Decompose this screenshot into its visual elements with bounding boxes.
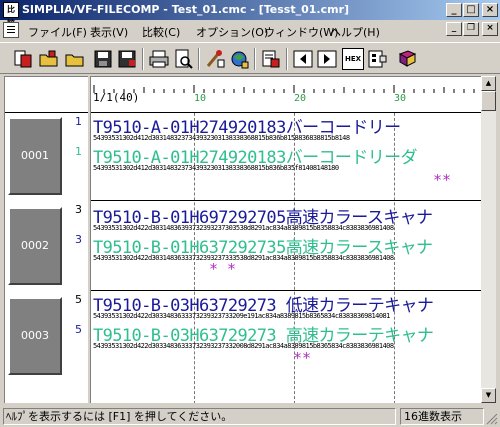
record-group-0003[interactable]: 0003 5 5 xyxy=(5,291,88,381)
open-file-icon[interactable] xyxy=(64,48,86,70)
save-icon[interactable] xyxy=(92,48,114,70)
menu-compare[interactable]: 比較(C) xyxy=(142,24,180,40)
old-row-number: 1 xyxy=(75,115,82,128)
record-button[interactable]: 0002 xyxy=(8,207,62,285)
save-as-icon[interactable] xyxy=(116,48,138,70)
run-compare-icon[interactable] xyxy=(204,48,226,70)
scroll-thumb[interactable] xyxy=(481,91,496,111)
ruler-number: 20 xyxy=(294,93,307,104)
toolbar-separator xyxy=(254,48,256,70)
ruler-number: 10 xyxy=(194,93,207,104)
old-record-hex: 54393531302d422d303148363937323932373035… xyxy=(93,224,394,232)
menu-view[interactable]: 表示(V) xyxy=(90,24,128,40)
record-separator xyxy=(91,200,496,201)
old-row-number: 3 xyxy=(75,203,82,216)
close-button[interactable]: × xyxy=(482,3,498,17)
record-id: 0002 xyxy=(21,239,49,252)
diff-marker: ** xyxy=(433,171,452,189)
new-compare-icon[interactable] xyxy=(12,48,34,70)
compare-view-pane[interactable]: 1/1(40) 10 20 30 T9510-A-01H274920183バーコ… xyxy=(90,76,496,403)
status-bar: ﾍﾙﾌﾟを表示するには [F1] を押してください。 16進数表示 xyxy=(0,405,500,427)
record-group-0002[interactable]: 0002 3 3 xyxy=(5,201,88,291)
doc-close-button[interactable]: × xyxy=(482,22,498,36)
record-index-header xyxy=(5,77,88,113)
menu-help[interactable]: ヘルプ(H) xyxy=(330,24,380,40)
options-icon[interactable] xyxy=(366,48,388,70)
app-icon[interactable]: 比較 xyxy=(3,2,19,28)
ruler-origin: 1/1(40) xyxy=(93,91,140,104)
toolbar-separator xyxy=(142,48,144,70)
record-id: 0001 xyxy=(21,149,49,162)
open-folder-icon[interactable] xyxy=(38,48,60,70)
settings-icon[interactable] xyxy=(228,48,250,70)
delete-icon[interactable] xyxy=(260,48,282,70)
menu-file[interactable]: ファイル(F) xyxy=(28,24,87,40)
toolbar-separator xyxy=(198,48,200,70)
diff-marker: * * xyxy=(209,260,237,278)
record-group-0001[interactable]: 0001 1 1 xyxy=(5,113,88,201)
toolbar: HEX xyxy=(0,42,500,74)
record-id: 0003 xyxy=(21,329,49,342)
doc-restore-button[interactable]: ❐ xyxy=(463,22,479,36)
minimize-button[interactable]: _ xyxy=(446,3,462,17)
menu-bar: ファイル(F) 表示(V) 比較(C) オプション(O) ウィンドウ(W) ヘル… xyxy=(0,20,500,40)
record-button[interactable]: 0003 xyxy=(8,297,62,375)
vertical-scrollbar[interactable]: ▲ ▼ xyxy=(481,76,496,403)
old-record-hex: 54393531302d412d303148323734393230313833… xyxy=(93,134,350,142)
status-message: ﾍﾙﾌﾟを表示するには [F1] を押してください。 xyxy=(3,408,396,425)
new-record-hex: 54393531302d422d303348363337323932373320… xyxy=(93,342,394,350)
old-row-number: 5 xyxy=(75,293,82,306)
new-row-number: 1 xyxy=(75,145,82,158)
menu-window[interactable]: ウィンドウ(W) xyxy=(264,24,338,40)
next-diff-icon[interactable] xyxy=(316,48,338,70)
resize-grip-icon[interactable] xyxy=(486,413,498,425)
new-row-number: 5 xyxy=(75,323,82,336)
new-record-hex: 54393531302d412d303148323734393230313833… xyxy=(93,164,339,172)
document-icon[interactable] xyxy=(3,22,19,38)
ruler-number: 30 xyxy=(394,93,407,104)
window-title: SIMPLIA/VF-FILECOMP - Test_01.cmc - [Tes… xyxy=(22,3,350,16)
hex-display-icon[interactable]: HEX xyxy=(342,48,364,70)
print-preview-icon[interactable] xyxy=(172,48,194,70)
prev-diff-icon[interactable] xyxy=(292,48,314,70)
record-button[interactable]: 0001 xyxy=(8,117,62,195)
doc-minimize-button[interactable]: _ xyxy=(446,22,462,36)
title-bar: 比較 SIMPLIA/VF-FILECOMP - Test_01.cmc - [… xyxy=(0,0,500,28)
maximize-button[interactable]: □ xyxy=(463,3,479,17)
diff-marker: ** xyxy=(293,349,312,367)
toolbar-separator xyxy=(286,48,288,70)
record-index-pane: 0001 1 1 0002 3 3 0003 5 5 xyxy=(4,76,88,403)
display-mode-indicator: 16進数表示 xyxy=(400,408,484,425)
old-record-hex: 54393531302d422d303348363337323932373320… xyxy=(93,312,390,320)
print-icon[interactable] xyxy=(148,48,170,70)
new-record-hex: 54393531302d422d303148363337323932373335… xyxy=(93,254,394,262)
menu-options[interactable]: オプション(O) xyxy=(196,24,268,40)
scroll-down-button[interactable]: ▼ xyxy=(481,388,496,403)
scroll-up-button[interactable]: ▲ xyxy=(481,76,496,91)
new-row-number: 3 xyxy=(75,233,82,246)
help-book-icon[interactable] xyxy=(396,48,418,70)
column-ruler: 1/1(40) 10 20 30 xyxy=(91,77,496,113)
